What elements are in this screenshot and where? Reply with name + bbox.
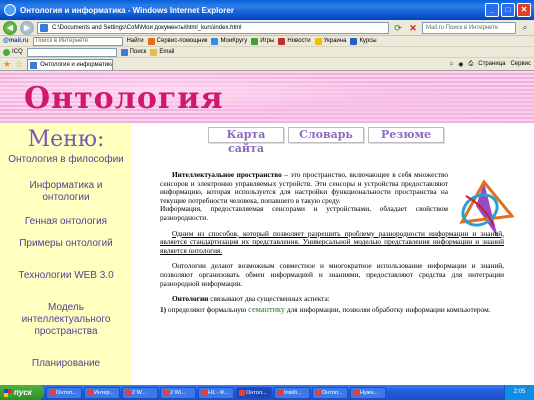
menu-title: Меню:	[27, 127, 105, 152]
back-button[interactable]: ◀	[3, 20, 17, 35]
sitemap-button[interactable]: Карта сайта	[208, 127, 284, 155]
paragraph-4: Онтологии связывают два существенных асп…	[172, 294, 330, 304]
toolbar-item-1[interactable]: МоиКругу	[211, 37, 247, 45]
command-bar: ⌂ ◉ ⎙ Страница Сервис	[450, 61, 531, 68]
web-page: Онтология Меню: Онтология в философии Ин…	[0, 71, 534, 385]
address-bar[interactable]: C:\Documents and Settings\CoM\Мои докуме…	[37, 21, 389, 34]
tabs-row: ★ ☆ Онтология и информатика ⌂ ◉ ⎙ Страни…	[0, 58, 534, 71]
paragraph-1: Интеллектуальное пространство – это прос…	[160, 170, 448, 222]
icq-flower-icon	[3, 48, 10, 56]
circle-icon	[211, 37, 219, 45]
mailru-logo: @mail.ru	[3, 38, 29, 44]
envelope-icon	[150, 48, 158, 56]
menu-item-informatics[interactable]: Информатика и онтологии	[0, 180, 132, 204]
start-button[interactable]: пуск	[0, 385, 44, 400]
icq-toolbar: ICQ Поиск Email	[0, 47, 534, 58]
toolbar-search-input[interactable]: Поиск в Интернете	[32, 36, 123, 46]
maximize-button[interactable]: □	[501, 3, 515, 17]
system-clock: 2:05	[504, 385, 534, 400]
forward-button[interactable]: ▶	[20, 20, 34, 35]
address-row: ◀ ▶ C:\Documents and Settings\CoM\Мои до…	[0, 20, 534, 36]
toolbar-find-button[interactable]: Найти	[127, 38, 144, 44]
mailru-toolbar: @mail.ru Поиск в Интернете Найти Сервис-…	[0, 36, 534, 47]
window-controls: _ □ ✕	[485, 3, 531, 17]
icq-search-button[interactable]: Поиск	[120, 48, 146, 56]
icq-search-input[interactable]	[26, 47, 117, 57]
tab-ontology[interactable]: Онтология и информатика	[27, 58, 114, 70]
taskbar-item[interactable]: 2 Wi...	[160, 386, 196, 399]
window-titlebar: Онтология и информатика - Windows Intern…	[0, 0, 534, 20]
summary-button[interactable]: Резюме	[368, 127, 444, 143]
toolbar-item-3[interactable]: Новости	[278, 37, 311, 45]
toolbar-item-0[interactable]: Сервис-помощник	[147, 37, 207, 45]
home-icon[interactable]: ⌂	[450, 61, 454, 67]
flag-icon	[314, 37, 322, 45]
taskbar-item[interactable]: 2 W...	[122, 386, 158, 399]
glossary-button[interactable]: Словарь	[288, 127, 364, 143]
sidebar-menu: Меню: Онтология в философии Информатика …	[0, 123, 132, 385]
search-icon	[120, 48, 128, 56]
top-nav: Карта сайта Словарь Резюме	[208, 127, 444, 155]
icq-button[interactable]: ICQ	[3, 48, 23, 56]
menu-item-gene[interactable]: Генная онтология	[0, 216, 132, 228]
favorites-star-icon[interactable]: ★	[3, 59, 11, 70]
icq-email-button[interactable]: Email	[150, 48, 174, 56]
menu-item-model[interactable]: Модель интеллектуального пространства	[0, 302, 132, 338]
toolbar-item-5[interactable]: Курсы	[350, 37, 377, 45]
taskbar-item[interactable]: Н1 - Ф...	[198, 386, 234, 399]
taskbar-item[interactable]: Онтол...	[46, 386, 82, 399]
currency-icon	[350, 37, 358, 45]
taskbar-item[interactable]: Intelli...	[274, 386, 310, 399]
games-icon	[251, 37, 259, 45]
refresh-icon[interactable]: ⟳	[392, 22, 404, 34]
taskbar-item[interactable]: Интер...	[84, 386, 120, 399]
window-title: Онтология и информатика - Windows Intern…	[20, 5, 234, 15]
tools-menu[interactable]: Сервис	[510, 61, 531, 67]
toolbar-item-2[interactable]: Игры	[251, 37, 274, 45]
taskbar-item[interactable]: Онтол...	[312, 386, 348, 399]
page-menu[interactable]: Страница	[478, 61, 505, 67]
internet-explorer-icon	[4, 4, 16, 16]
news-icon	[278, 37, 286, 45]
windows-flag-icon	[4, 388, 12, 397]
add-favorites-icon[interactable]: ☆	[15, 59, 23, 70]
paragraph-2: Одним из способов, который позволяет раз…	[160, 228, 504, 255]
toolbar-item-4[interactable]: Украина	[314, 37, 346, 45]
feeds-icon[interactable]: ◉	[458, 61, 463, 68]
service-icon	[147, 37, 155, 45]
menu-item-planning[interactable]: Планирование	[0, 358, 132, 370]
search-icon[interactable]: ⌕	[519, 22, 531, 34]
menu-item-philosophy[interactable]: Онтология в философии	[0, 154, 132, 166]
minimize-button[interactable]: _	[485, 3, 499, 17]
page-title: Онтология	[24, 81, 224, 116]
paragraph-5: 1) определяют формальную семантику для и…	[160, 304, 491, 314]
page-banner: Онтология	[0, 71, 534, 123]
main-article: Интеллектуальное пространство – это прос…	[160, 170, 504, 321]
print-icon[interactable]: ⎙	[468, 61, 473, 68]
semantics-link[interactable]: семантику	[248, 305, 285, 314]
browser-search-input[interactable]: Mail.ru Поиск в Интернете	[422, 21, 516, 34]
taskbar-item[interactable]: Нужн...	[350, 386, 386, 399]
paragraph-3: Онтологии делают возможным совместное и …	[160, 261, 504, 288]
menu-item-web30[interactable]: Технологии WEB 3.0	[0, 270, 132, 282]
stop-icon[interactable]: ✕	[407, 22, 419, 34]
close-button[interactable]: ✕	[517, 3, 531, 17]
menu-item-examples[interactable]: Примеры онтологий	[0, 238, 132, 250]
taskbar-item-active[interactable]: Онтол...	[236, 386, 272, 399]
windows-taskbar: пуск Онтол... Интер... 2 W... 2 Wi... Н1…	[0, 385, 534, 400]
